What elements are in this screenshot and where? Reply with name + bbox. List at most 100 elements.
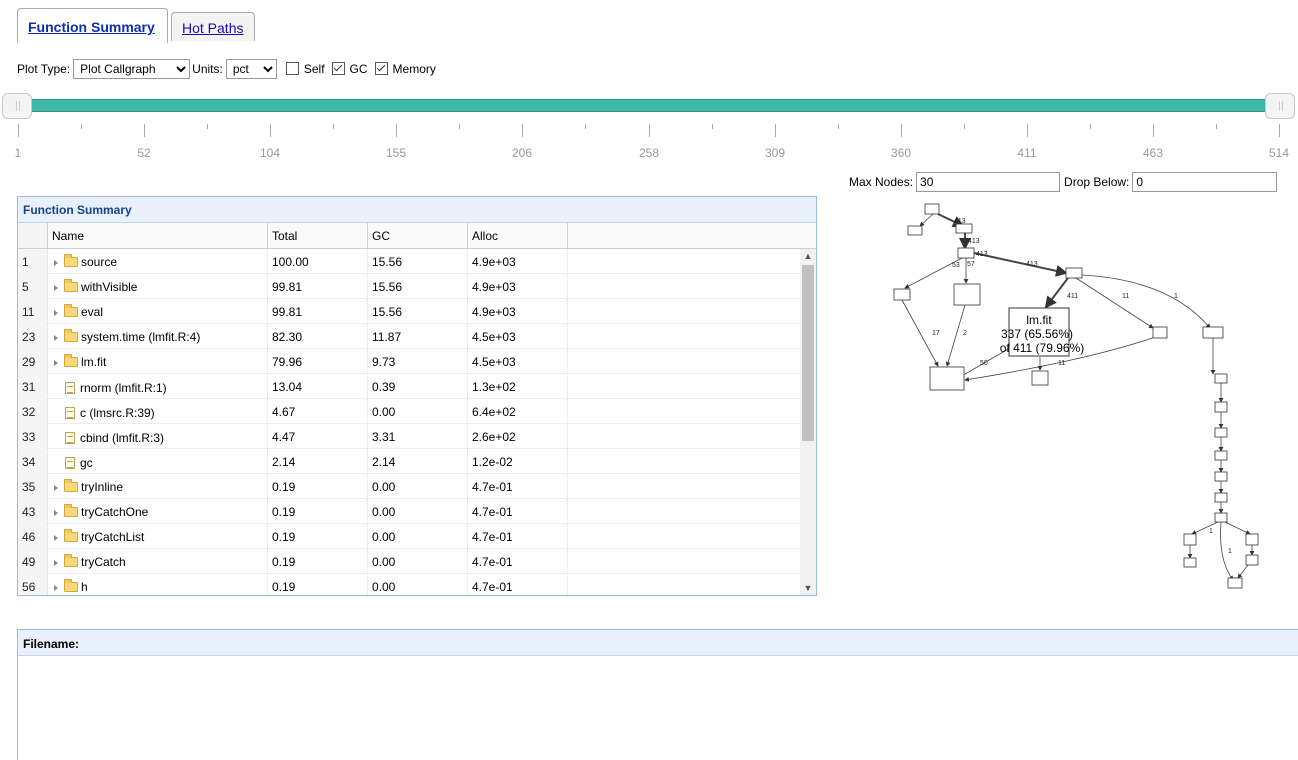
callgraph-node[interactable] [1214, 471, 1228, 482]
gc-cell: 0.00 [368, 499, 468, 524]
alloc-cell-text: 4.9e+03 [472, 305, 516, 319]
callgraph-node[interactable] [957, 247, 975, 259]
total-cell: 0.19 [268, 574, 368, 595]
expand-icon[interactable] [54, 360, 58, 366]
total-cell: 0.19 [268, 549, 368, 574]
table-row[interactable]: 33 cbind (lmfit.R:3) 4.47 3.31 2.6e+02 [18, 424, 801, 449]
edge-label: 57 [967, 261, 975, 268]
expand-icon[interactable] [54, 260, 58, 266]
callgraph-node[interactable] [929, 366, 965, 391]
folder-icon [64, 529, 78, 542]
alloc-cell: 4.5e+03 [468, 349, 568, 374]
callgraph-node[interactable] [1214, 450, 1228, 461]
expand-icon[interactable] [54, 510, 58, 516]
tab-function-summary[interactable]: Function Summary [17, 8, 168, 43]
alloc-cell-text: 1.3e+02 [472, 380, 516, 394]
callgraph-node[interactable] [893, 288, 911, 301]
row-number: 23 [18, 324, 48, 349]
callgraph-edge [919, 213, 934, 227]
self-checkbox[interactable] [285, 61, 299, 75]
grid-scrollbar[interactable]: ▲ ▼ [800, 249, 816, 595]
callgraph-node[interactable] [1031, 370, 1049, 386]
slider-handle-high[interactable] [1265, 93, 1295, 119]
function-name: gc [80, 456, 93, 470]
expand-icon[interactable] [54, 585, 58, 591]
table-row[interactable]: 1 source 100.00 15.56 4.9e+03 [18, 249, 801, 274]
callgraph-node[interactable] [1227, 577, 1243, 589]
alloc-cell: 4.7e-01 [468, 474, 568, 499]
memory-checkbox[interactable] [374, 61, 388, 75]
callgraph-node[interactable] [1214, 427, 1228, 438]
total-cell-text: 0.19 [272, 580, 296, 594]
table-row[interactable]: 29 lm.fit 79.96 9.73 4.5e+03 [18, 349, 801, 374]
callgraph-node[interactable] [1214, 401, 1228, 413]
gc-cell-text: 9.73 [372, 355, 396, 369]
total-cell-text: 82.30 [272, 330, 303, 344]
callgraph-node[interactable] [924, 203, 940, 215]
plot-type-select[interactable]: Plot Callgraph [73, 59, 191, 79]
row-number-text: 32 [22, 405, 36, 419]
folder-icon [64, 554, 78, 567]
slider-tick-label: 411 [1017, 146, 1037, 160]
table-row[interactable]: 11 eval 99.81 15.56 4.9e+03 [18, 299, 801, 324]
units-select[interactable]: pct [225, 59, 277, 79]
gc-checkbox[interactable] [331, 61, 345, 75]
callgraph-node[interactable] [1152, 326, 1168, 339]
alloc-cell-text: 4.7e-01 [472, 555, 513, 569]
tab-hot-paths[interactable]: Hot Paths [171, 12, 255, 41]
column-header-name[interactable]: Name [48, 223, 268, 248]
table-row[interactable]: 32 c (lmsrc.R:39) 4.67 0.00 6.4e+02 [18, 399, 801, 424]
range-slider[interactable] [2, 93, 1295, 119]
callgraph-node[interactable] [907, 225, 923, 236]
max-nodes-input[interactable] [916, 172, 1061, 192]
column-header-gc[interactable]: GC [368, 223, 468, 248]
expand-icon[interactable] [54, 335, 58, 341]
expand-icon[interactable] [54, 485, 58, 491]
expand-icon[interactable] [54, 310, 58, 316]
expand-icon[interactable] [54, 285, 58, 291]
callgraph-node[interactable] [1245, 533, 1259, 546]
table-row[interactable]: 46 tryCatchList 0.19 0.00 4.7e-01 [18, 524, 801, 549]
alloc-cell: 4.9e+03 [468, 299, 568, 324]
table-row[interactable]: 35 tryInline 0.19 0.00 4.7e-01 [18, 474, 801, 499]
column-header-total[interactable]: Total [268, 223, 368, 248]
slider-track[interactable] [18, 99, 1279, 112]
plot-type-label: Plot Type: [17, 62, 71, 76]
table-row[interactable]: 56 h 0.19 0.00 4.7e-01 [18, 574, 801, 595]
scroll-up-icon[interactable]: ▲ [800, 249, 816, 263]
callgraph-node[interactable] [1214, 373, 1228, 384]
table-row[interactable]: 23 system.time (lmfit.R:4) 82.30 11.87 4.5e+… [18, 324, 801, 349]
alloc-cell-text: 4.5e+03 [472, 330, 516, 344]
column-header-alloc[interactable]: Alloc [468, 223, 568, 248]
callgraph-node[interactable] [1202, 326, 1224, 339]
slider-handle-low[interactable] [2, 93, 32, 119]
name-cell: c (lmsrc.R:39) [48, 399, 268, 424]
expand-icon[interactable] [54, 560, 58, 566]
expand-icon[interactable] [54, 535, 58, 541]
scrollbar-thumb[interactable] [802, 265, 814, 441]
alloc-cell: 4.5e+03 [468, 324, 568, 349]
callgraph-node[interactable] [1065, 267, 1083, 279]
alloc-cell-text: 4.5e+03 [472, 355, 516, 369]
callgraph-node[interactable] [1214, 492, 1228, 503]
callgraph-node[interactable] [1245, 554, 1259, 566]
callgraph-node[interactable] [1183, 557, 1197, 568]
row-number: 49 [18, 549, 48, 574]
callgraph-node[interactable] [955, 223, 973, 234]
table-row[interactable]: 31 rnorm (lmfit.R:1) 13.04 0.39 1.3e+02 [18, 374, 801, 399]
table-row[interactable]: 49 tryCatch 0.19 0.00 4.7e-01 [18, 549, 801, 574]
slider-tick [712, 124, 713, 129]
slider-tick-label: 309 [764, 146, 786, 160]
table-row[interactable]: 34 gc 2.14 2.14 1.2e-02 [18, 449, 801, 474]
callgraph-node[interactable] [1214, 512, 1228, 523]
drop-below-label: Drop Below: [1064, 175, 1130, 189]
slider-tick [207, 124, 208, 129]
table-row[interactable]: 43 tryCatchOne 0.19 0.00 4.7e-01 [18, 499, 801, 524]
callgraph-node[interactable] [1183, 533, 1197, 546]
table-row[interactable]: 5 withVisible 99.81 15.56 4.9e+03 [18, 274, 801, 299]
callgraph-node[interactable] [953, 283, 981, 306]
alloc-cell-text: 4.7e-01 [472, 480, 513, 494]
scroll-down-icon[interactable]: ▼ [800, 581, 816, 595]
row-number-text: 33 [22, 430, 36, 444]
drop-below-input[interactable] [1132, 172, 1278, 192]
